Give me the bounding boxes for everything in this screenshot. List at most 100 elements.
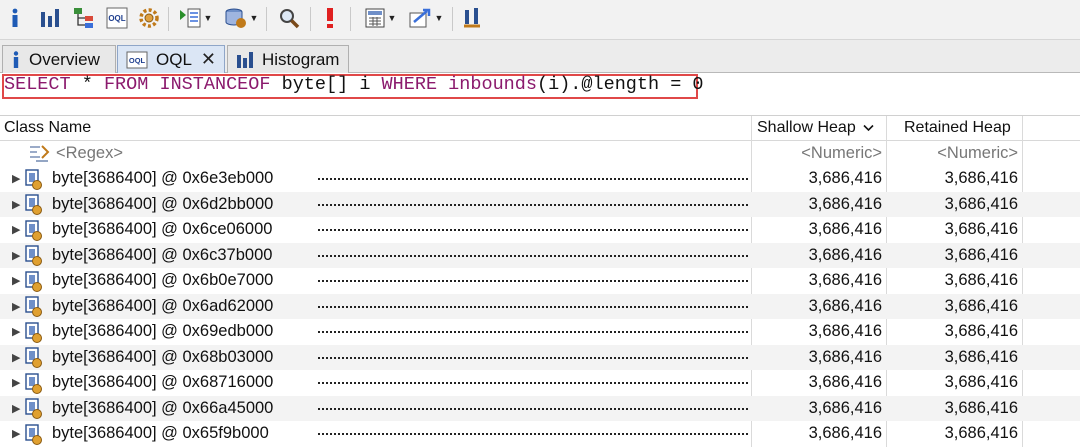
array-object-icon (24, 219, 44, 241)
array-object-icon (24, 193, 44, 215)
info-icon[interactable] (6, 5, 24, 31)
shallow-heap-value: 3,686,416 (808, 194, 882, 213)
toolbar: OQL ▼ ▼ ▼ ▼ (0, 0, 1080, 40)
histogram-icon (236, 51, 254, 69)
table-row[interactable]: ▶ byte[3686400] @ 0x66a45000 3,686,416 3,68… (0, 395, 1080, 421)
retained-heap-value: 3,686,416 (944, 347, 1018, 366)
heap-dump-icon[interactable]: ▼ (222, 5, 260, 31)
column-header-class-name[interactable]: Class Name (4, 116, 91, 141)
toolbar-separator (350, 7, 351, 31)
query-keyword: inbounds (448, 74, 537, 95)
shallow-heap-value: 3,686,416 (808, 373, 882, 391)
tab-label: Histogram (262, 49, 340, 69)
dotted-leader (318, 407, 748, 410)
query-keyword: WHERE (381, 74, 438, 95)
retained-heap-value: 3,686,416 (944, 373, 1018, 391)
shallow-heap-value: 3,686,416 (808, 220, 882, 238)
class-name-cell: ▶ byte[3686400] @ 0x68b03000 (0, 345, 273, 370)
oql-icon: OQL (126, 51, 148, 69)
column-header-label: Shallow Heap (757, 119, 856, 137)
class-name-cell: ▶ byte[3686400] @ 0x66a45000 (0, 396, 273, 421)
expand-arrow-icon[interactable]: ▶ (12, 249, 22, 262)
leak-suspects-icon[interactable] (320, 5, 340, 31)
tab-histogram[interactable]: Histogram (227, 45, 349, 73)
array-object-icon (24, 270, 44, 292)
retained-heap-value: 3,686,416 (944, 424, 1018, 442)
pin-icon[interactable] (460, 5, 484, 31)
table-row[interactable]: ▶ byte[3686400] @ 0x6d2bb000 3,686,416 3,68… (0, 191, 1080, 217)
shallow-heap-value: 3,686,416 (808, 398, 882, 417)
export-icon[interactable]: ▼ (406, 5, 446, 31)
class-name-cell: ▶ byte[3686400] @ 0x6ad62000 (0, 294, 273, 319)
expand-arrow-icon[interactable]: ▶ (12, 198, 22, 211)
tab-label: Overview (29, 49, 100, 69)
calculator-icon[interactable]: ▼ (360, 5, 400, 31)
retained-heap-value: 3,686,416 (944, 220, 1018, 238)
tab-oql[interactable]: OQL OQL ✕ (117, 45, 225, 73)
filter-row: <Regex> <Numeric> <Numeric> (0, 141, 1080, 167)
table-row[interactable]: ▶ byte[3686400] @ 0x6ce06000 3,686,416 3,68… (0, 217, 1080, 243)
histogram-icon[interactable] (38, 5, 62, 31)
sort-chevron-icon (863, 116, 874, 140)
oql-query-editor[interactable]: SELECT * FROM INSTANCEOF byte[] i WHERE … (0, 73, 1080, 116)
table-row[interactable]: ▶ byte[3686400] @ 0x65f9b000 3,686,416 3,68… (0, 421, 1080, 447)
tab-bar: Overview OQL OQL ✕ Histogram (0, 40, 1080, 73)
oql-icon[interactable]: OQL (104, 5, 130, 31)
svg-text:OQL: OQL (108, 14, 125, 23)
expand-arrow-icon[interactable]: ▶ (12, 325, 22, 338)
retained-heap-value: 3,686,416 (944, 194, 1018, 213)
shallow-heap-filter[interactable]: <Numeric> (752, 141, 882, 166)
object-name: byte[3686400] @ 0x6d2bb000 (52, 194, 274, 213)
query-token: (i).@length = 0 (536, 74, 704, 95)
toolbar-separator (266, 7, 267, 31)
shallow-heap-value: 3,686,416 (808, 347, 882, 366)
expand-arrow-icon[interactable]: ▶ (12, 351, 22, 364)
group-by-icon[interactable]: ▼ (176, 5, 214, 31)
retained-heap-value: 3,686,416 (944, 271, 1018, 289)
column-header-retained-heap[interactable]: Retained Heap (904, 116, 1011, 141)
array-object-icon (24, 244, 44, 266)
table-row[interactable]: ▶ byte[3686400] @ 0x6ad62000 3,686,416 3,68… (0, 293, 1080, 319)
column-header-shallow-heap[interactable]: Shallow Heap (757, 116, 874, 141)
object-name: byte[3686400] @ 0x6b0e7000 (52, 271, 274, 289)
info-icon (11, 50, 21, 69)
tab-overview[interactable]: Overview (2, 45, 116, 73)
dotted-leader (318, 382, 748, 384)
svg-text:OQL: OQL (129, 56, 146, 65)
expand-arrow-icon[interactable]: ▶ (12, 402, 22, 415)
toolbar-separator (168, 7, 169, 31)
table-header: Class Name Shallow Heap Retained Heap (0, 116, 1080, 141)
table-row[interactable]: ▶ byte[3686400] @ 0x6e3eb000 3,686,416 3,68… (0, 166, 1080, 192)
retained-heap-value: 3,686,416 (944, 322, 1018, 340)
retained-heap-filter[interactable]: <Numeric> (887, 141, 1018, 166)
settings-icon[interactable] (136, 5, 162, 31)
expand-arrow-icon[interactable]: ▶ (12, 172, 22, 185)
query-token: * (70, 74, 104, 95)
class-name-cell: ▶ byte[3686400] @ 0x69edb000 (0, 319, 273, 344)
expand-arrow-icon[interactable]: ▶ (12, 300, 22, 313)
table-row[interactable]: ▶ byte[3686400] @ 0x69edb000 3,686,416 3,68… (0, 319, 1080, 345)
expand-arrow-icon[interactable]: ▶ (12, 376, 22, 389)
toolbar-separator (310, 7, 311, 31)
regex-filter-cell[interactable]: <Regex> (0, 141, 123, 166)
query-text[interactable]: SELECT * FROM INSTANCEOF byte[] i WHERE … (4, 75, 704, 95)
table-row[interactable]: ▶ byte[3686400] @ 0x68b03000 3,686,416 3,68… (0, 344, 1080, 370)
dotted-leader (318, 305, 748, 308)
close-icon[interactable]: ✕ (201, 50, 216, 68)
search-icon[interactable] (276, 5, 302, 31)
expand-arrow-icon[interactable]: ▶ (12, 274, 22, 287)
array-object-icon (24, 423, 44, 445)
shallow-heap-value: 3,686,416 (808, 271, 882, 289)
query-keyword: FROM (103, 74, 149, 95)
object-name: byte[3686400] @ 0x6ad62000 (52, 296, 274, 315)
table-row[interactable]: ▶ byte[3686400] @ 0x68716000 3,686,416 3,68… (0, 370, 1080, 396)
expand-arrow-icon[interactable]: ▶ (12, 223, 22, 236)
table-row[interactable]: ▶ byte[3686400] @ 0x6b0e7000 3,686,416 3,68… (0, 268, 1080, 294)
expand-arrow-icon[interactable]: ▶ (12, 427, 22, 440)
table-row[interactable]: ▶ byte[3686400] @ 0x6c37b000 3,686,416 3,68… (0, 242, 1080, 268)
dotted-leader (318, 331, 748, 333)
class-name-cell: ▶ byte[3686400] @ 0x6e3eb000 (0, 166, 273, 191)
dotted-leader (318, 280, 748, 282)
dominator-tree-icon[interactable] (72, 5, 96, 31)
array-object-icon (24, 295, 44, 317)
